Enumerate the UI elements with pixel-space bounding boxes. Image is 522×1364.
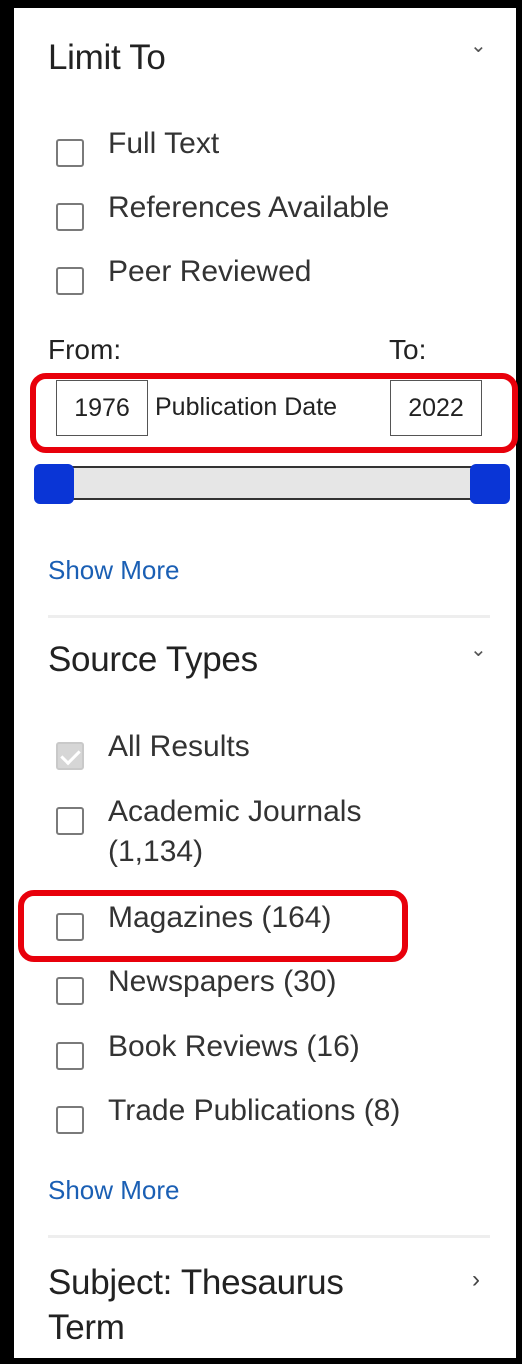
show-more-link-limit-to[interactable]: Show More: [48, 555, 180, 585]
checkbox-label: Full Text: [108, 127, 220, 160]
subject-heading: Subject: Thesaurus: [48, 1263, 344, 1302]
checkbox-all-results[interactable]: [56, 742, 84, 770]
checkbox-peer-reviewed[interactable]: [56, 267, 84, 295]
from-label: From:: [48, 334, 122, 365]
publication-date-label: Publication Date: [155, 393, 338, 421]
checkbox-label: All Results: [108, 730, 250, 763]
chevron-down-icon[interactable]: ⌄: [470, 36, 487, 56]
slider-handle-start[interactable]: [34, 464, 74, 504]
checkbox-label-count: (1,134): [108, 835, 204, 868]
checkbox-magazines[interactable]: [56, 913, 84, 941]
chevron-down-icon[interactable]: ⌄: [470, 640, 487, 660]
to-year-input[interactable]: 2022: [390, 380, 482, 436]
divider: [48, 615, 490, 618]
slider-handle-end[interactable]: [470, 464, 510, 504]
checkbox-label: Magazines (164): [108, 901, 332, 934]
checkbox-label: References Available: [108, 191, 390, 224]
to-label: To:: [389, 334, 427, 365]
source-types-heading: Source Types: [48, 640, 258, 679]
checkbox-trade-publications[interactable]: [56, 1106, 84, 1134]
divider: [48, 1235, 490, 1238]
checkbox-newspapers[interactable]: [56, 977, 84, 1005]
checkbox-references-available[interactable]: [56, 203, 84, 231]
checkbox-label: Newspapers (30): [108, 965, 337, 998]
checkbox-label: Book Reviews (16): [108, 1030, 360, 1063]
checkbox-full-text[interactable]: [56, 139, 84, 167]
show-more-link-source-types[interactable]: Show More: [48, 1175, 180, 1205]
chevron-right-icon[interactable]: ›: [472, 1266, 480, 1294]
checkbox-label: Academic Journals: [108, 795, 362, 828]
checkbox-label: Trade Publications (8): [108, 1094, 401, 1127]
checkbox-academic-journals[interactable]: [56, 807, 84, 835]
checkbox-label: Peer Reviewed: [108, 255, 312, 288]
date-range-slider-track[interactable]: [52, 466, 484, 500]
checkbox-book-reviews[interactable]: [56, 1042, 84, 1070]
from-year-input[interactable]: 1976: [56, 380, 148, 436]
limit-to-heading: Limit To: [48, 38, 166, 77]
subject-heading-line2: Term: [48, 1308, 125, 1347]
